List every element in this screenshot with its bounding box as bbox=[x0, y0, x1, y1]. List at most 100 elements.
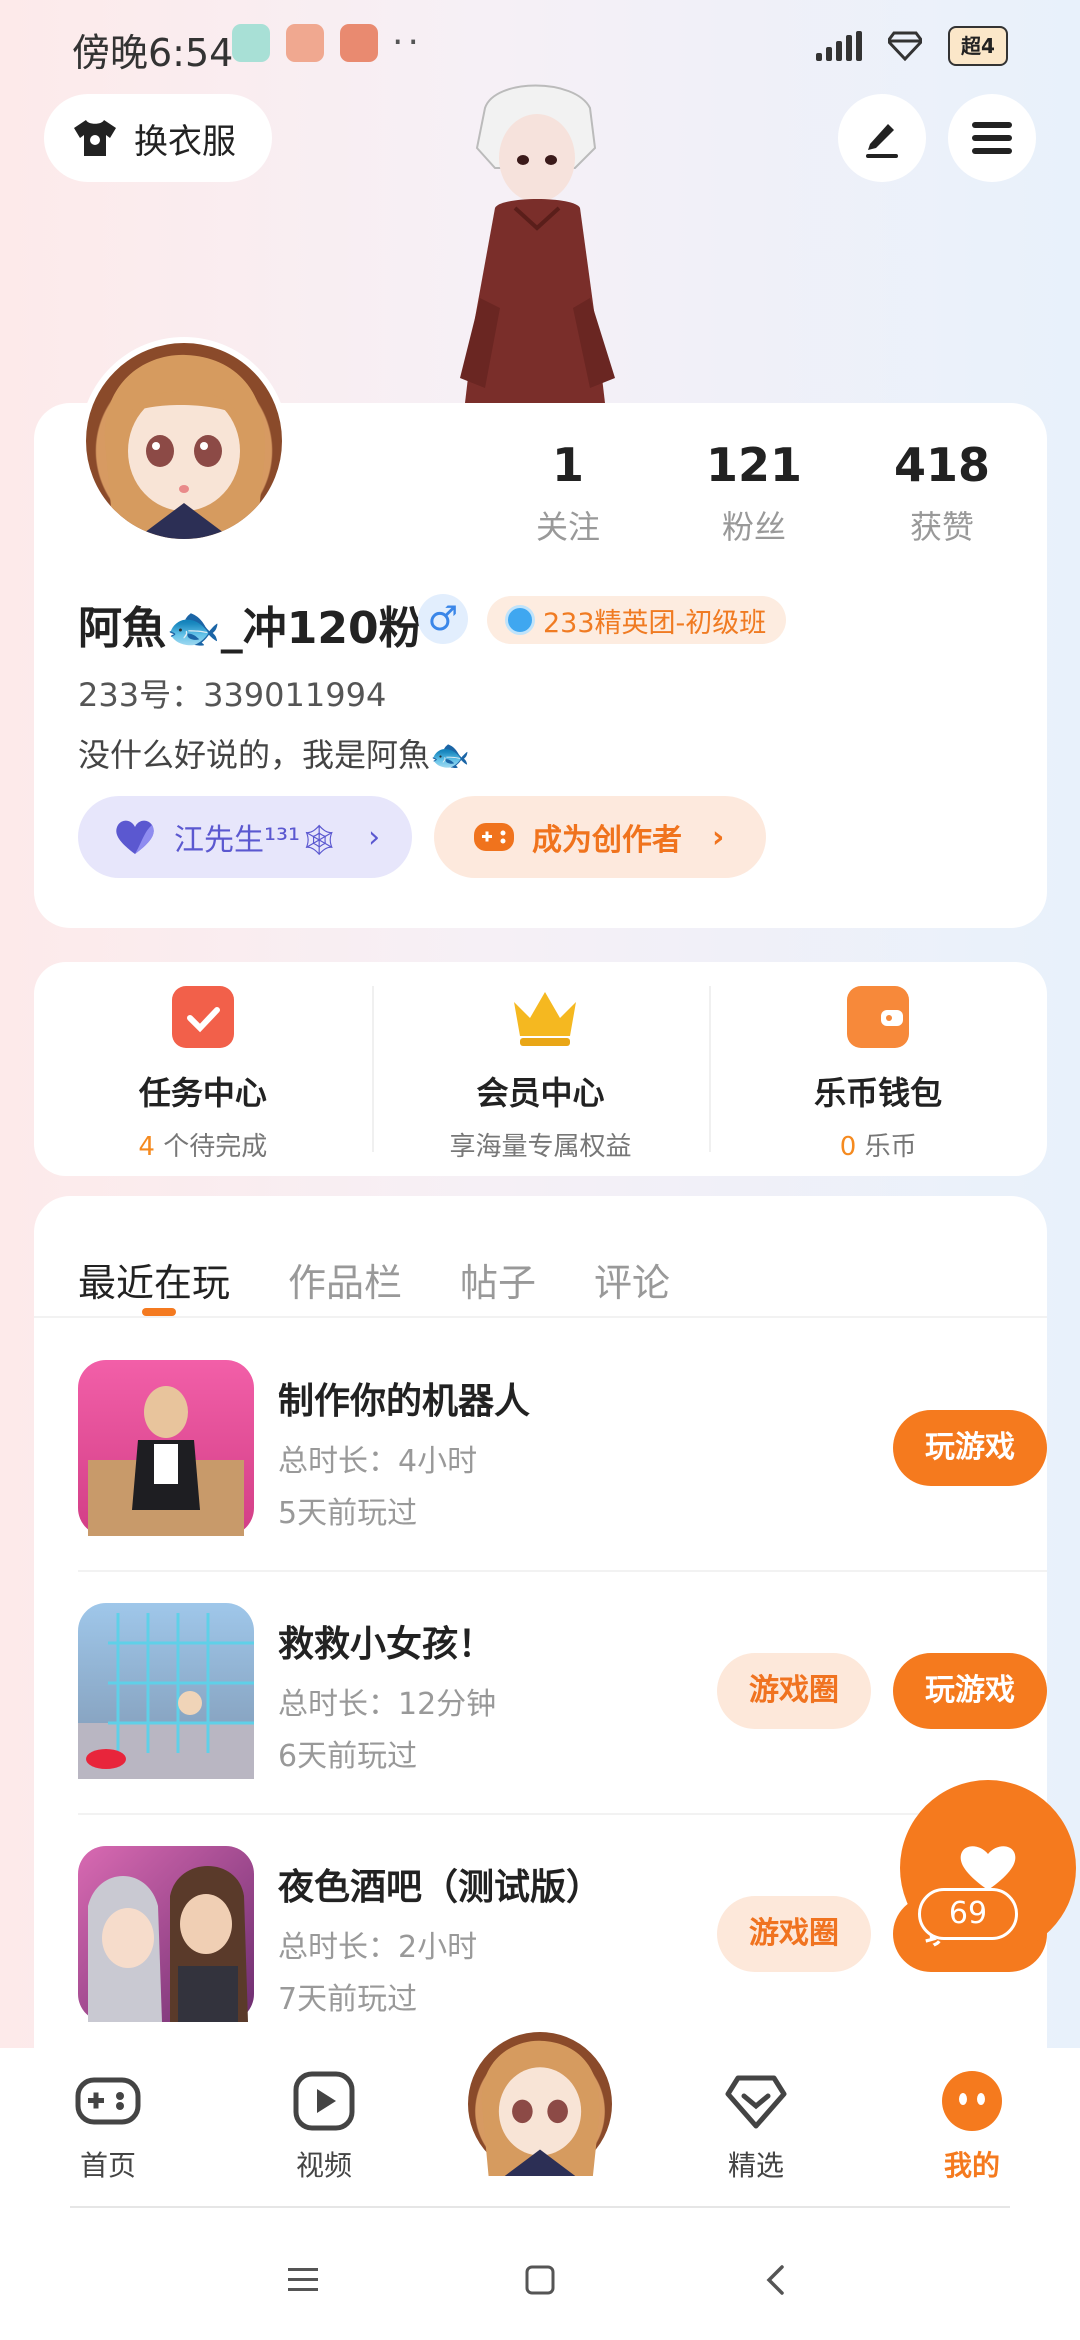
likes-label: 获赞 bbox=[909, 508, 974, 546]
user-id: 233号：339011994 bbox=[78, 676, 387, 714]
tab-comments[interactable]: 评论 bbox=[594, 1252, 670, 1307]
profile-tabs: 最近在玩 作品栏 帖子 评论 bbox=[78, 1252, 670, 1307]
nav-mine[interactable]: 我的 bbox=[912, 2070, 1032, 2184]
task-center-sub: 4 个待完成 bbox=[138, 1132, 268, 1162]
calendar-notification-icon bbox=[286, 24, 324, 62]
stat-likes[interactable]: 418 获赞 bbox=[862, 438, 1022, 548]
medal-icon bbox=[505, 605, 535, 635]
status-more-dots: ·· bbox=[392, 22, 423, 63]
game-last-played: 5天前玩过 bbox=[278, 1496, 418, 1531]
hamburger-icon bbox=[972, 122, 1012, 154]
gamepad-icon bbox=[75, 2077, 141, 2125]
back-icon[interactable] bbox=[764, 2264, 786, 2296]
gamepad-icon bbox=[474, 823, 514, 851]
game-duration: 总时长：2小时 bbox=[278, 1930, 478, 1965]
pen-icon bbox=[866, 124, 898, 158]
divider bbox=[78, 1570, 1047, 1572]
nav-home[interactable]: 首页 bbox=[48, 2070, 168, 2184]
play-game-button[interactable]: 玩游戏 bbox=[893, 1653, 1047, 1729]
user-avatar[interactable] bbox=[80, 337, 288, 545]
tab-recent[interactable]: 最近在玩 bbox=[78, 1252, 230, 1307]
calendar-check-icon bbox=[171, 986, 234, 1048]
game-row[interactable]: 制作你的机器人 总时长：4小时 5天前玩过 玩游戏 bbox=[78, 1360, 1047, 1603]
stat-following[interactable]: 1 关注 bbox=[488, 438, 648, 548]
smiley-icon bbox=[942, 2071, 1002, 2131]
nav-video[interactable]: 视频 bbox=[264, 2070, 384, 2184]
user-bio: 没什么好说的，我是阿魚🐟 bbox=[78, 736, 470, 774]
close-friend-chip[interactable]: 江先生¹³¹🕸 › bbox=[78, 796, 412, 878]
nav-featured-label: 精选 bbox=[727, 2149, 784, 2182]
close-friend-label: 江先生¹³¹🕸 bbox=[174, 823, 339, 858]
menu-button[interactable] bbox=[948, 94, 1036, 182]
task-center-title: 任务中心 bbox=[138, 1074, 267, 1112]
nav-home-label: 首页 bbox=[79, 2149, 136, 2182]
recent-games-card: 最近在玩 作品栏 帖子 评论 制作你的机器人 总时长：4小时 5天前玩过 玩游戏… bbox=[34, 1196, 1047, 2056]
fans-count: 121 bbox=[705, 438, 803, 492]
app-notification-icon bbox=[232, 24, 270, 62]
headphones-notification-icon bbox=[340, 24, 378, 62]
status-right-group: 超4 bbox=[816, 26, 1008, 66]
game-thumbnail[interactable] bbox=[78, 1603, 254, 1779]
status-app-icons bbox=[232, 24, 378, 62]
change-outfit-button[interactable]: 换衣服 bbox=[44, 94, 272, 182]
game-thumbnail[interactable] bbox=[78, 1846, 254, 2022]
recent-apps-icon[interactable] bbox=[286, 2266, 320, 2294]
wallet-entry[interactable]: 乐币钱包 0 乐币 bbox=[709, 962, 1047, 1176]
divider bbox=[34, 1316, 1047, 1318]
services-card: 任务中心 4 个待完成 会员中心 享海量专属权益 乐币钱包 0 乐币 bbox=[34, 962, 1047, 1176]
vip-center-sub: 享海量专属权益 bbox=[449, 1132, 632, 1162]
wallet-title: 乐币钱包 bbox=[814, 1074, 943, 1112]
game-duration: 总时长：4小时 bbox=[278, 1444, 478, 1479]
chevron-right-icon: › bbox=[712, 819, 725, 855]
avatar-3d-character[interactable] bbox=[455, 78, 615, 403]
user-nickname: 阿魚🐟_冲120粉 bbox=[78, 603, 423, 654]
heart-icon bbox=[116, 820, 154, 854]
heart-gem-icon bbox=[725, 2075, 787, 2129]
following-count: 1 bbox=[551, 438, 584, 492]
tab-active-indicator bbox=[142, 1308, 176, 1316]
tshirt-icon bbox=[74, 120, 116, 156]
likes-count: 418 bbox=[893, 438, 991, 492]
crown-icon bbox=[510, 986, 576, 1048]
video-play-icon bbox=[293, 2071, 355, 2131]
nav-mine-label: 我的 bbox=[943, 2149, 1000, 2182]
wallet-icon bbox=[847, 986, 910, 1048]
tab-works[interactable]: 作品栏 bbox=[288, 1252, 402, 1307]
edit-profile-button[interactable] bbox=[838, 94, 926, 182]
game-duration: 总时长：12分钟 bbox=[278, 1687, 497, 1722]
play-game-button[interactable]: 玩游戏 bbox=[893, 1410, 1047, 1486]
stat-fans[interactable]: 121 粉丝 bbox=[674, 438, 834, 548]
nav-featured[interactable]: 精选 bbox=[696, 2070, 816, 2184]
nav-video-label: 视频 bbox=[295, 2149, 352, 2182]
status-time: 傍晚6:54 bbox=[72, 31, 234, 75]
home-icon[interactable] bbox=[524, 2264, 556, 2296]
task-center-entry[interactable]: 任务中心 4 个待完成 bbox=[34, 962, 372, 1176]
rank-badge[interactable]: 233精英团-初级班 bbox=[487, 596, 787, 644]
game-thumbnail[interactable] bbox=[78, 1360, 254, 1536]
signal-icon bbox=[816, 31, 862, 61]
rank-label: 233精英团-初级班 bbox=[543, 607, 767, 639]
game-circle-button[interactable]: 游戏圈 bbox=[717, 1896, 871, 1972]
system-nav-bar bbox=[0, 2208, 1080, 2340]
game-name: 救救小女孩！ bbox=[278, 1624, 495, 1665]
fans-label: 粉丝 bbox=[721, 508, 786, 546]
vip-center-entry[interactable]: 会员中心 享海量专属权益 bbox=[371, 962, 710, 1176]
game-circle-button[interactable]: 游戏圈 bbox=[717, 1653, 871, 1729]
become-creator-label: 成为创作者 bbox=[532, 823, 682, 858]
tab-posts[interactable]: 帖子 bbox=[460, 1252, 536, 1307]
like-count-badge: 69 bbox=[918, 1888, 1018, 1940]
wallet-sub: 0 乐币 bbox=[839, 1132, 917, 1162]
brand-badge: 超4 bbox=[948, 26, 1008, 66]
chevron-right-icon: › bbox=[368, 819, 381, 855]
gender-male-icon: ♂ bbox=[418, 594, 468, 644]
game-last-played: 7天前玩过 bbox=[278, 1982, 418, 2017]
vip-center-title: 会员中心 bbox=[476, 1074, 605, 1112]
game-name: 制作你的机器人 bbox=[278, 1381, 531, 1422]
become-creator-button[interactable]: 成为创作者 › bbox=[434, 796, 766, 878]
game-last-played: 6天前玩过 bbox=[278, 1739, 418, 1774]
nav-center-avatar[interactable] bbox=[462, 2026, 618, 2182]
game-name: 夜色酒吧（测试版） bbox=[278, 1867, 603, 1908]
diamond-icon bbox=[888, 31, 922, 61]
change-outfit-label: 换衣服 bbox=[134, 121, 236, 162]
following-label: 关注 bbox=[535, 508, 600, 546]
